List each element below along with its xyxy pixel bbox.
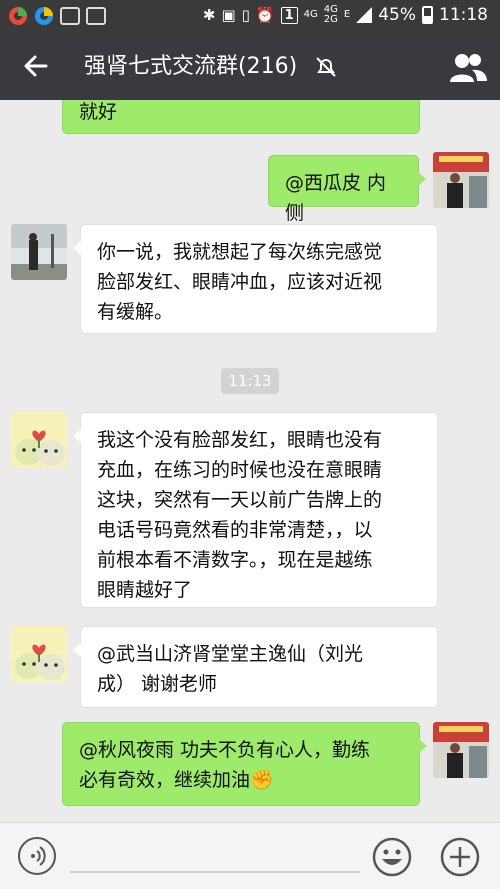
vibrate-icon: ▯ <box>241 6 250 24</box>
alarm-icon: ⏰ <box>255 6 275 24</box>
mute-bell-icon <box>316 57 336 77</box>
sim-slot-indicator: 1 <box>280 6 298 24</box>
message-line: 必有奇效，继续加油✊ <box>79 769 274 791</box>
message-bubble-out[interactable]: @西瓜皮 内侧 <box>268 155 426 224</box>
message-line: 充血，在练习的时候也没在意眼睛 <box>97 459 383 481</box>
voice-input-button[interactable] <box>18 837 56 875</box>
message-text: @西瓜皮 内侧 <box>285 172 387 224</box>
message-line: 我这个没有脸部发红，眼睛也没有 <box>97 429 383 451</box>
network-e-label: E <box>343 9 351 20</box>
message-bubble-in[interactable]: 你一说，我就想起了每次练完感觉 脸部发红、眼睛冲血，应该对近视 有缓解。 <box>73 224 438 334</box>
battery-icon <box>422 6 433 24</box>
message-input[interactable] <box>70 871 360 873</box>
message-bubble-in[interactable]: 我这个没有脸部发红，眼睛也没有 充血，在练习的时候也没在意眼睛 这块，突然有一天… <box>73 412 438 608</box>
message-text: 就好 <box>79 101 118 123</box>
message-bubble-out[interactable]: @秋风夜雨 功夫不负有心人，勤练 必有奇效，继续加油✊ <box>62 722 427 806</box>
message-line: 眼睛越好了 <box>97 579 193 601</box>
message-line: 成） 谢谢老师 <box>97 673 218 695</box>
message-bubble-out[interactable]: 就好 <box>62 100 420 134</box>
network-type-top: 4G <box>303 9 318 20</box>
message-line: 你一说，我就想起了每次练完感觉 <box>97 241 383 263</box>
signal-icon <box>356 7 373 23</box>
message-line: 脸部发红、眼睛冲血，应该对近视 <box>97 271 383 293</box>
notification-icons <box>8 6 106 26</box>
message-line: 有缓解。 <box>97 301 174 323</box>
message-line: @武当山济肾堂堂主逸仙（刘光 <box>97 643 364 665</box>
clock: 11:18 <box>439 5 488 25</box>
message-line: 电话号码竟然看的非常清楚，，以 <box>97 519 373 541</box>
group-title: 强肾七式交流群(216) <box>84 54 298 79</box>
message-list[interactable]: 就好 @西瓜皮 内侧 你一说，我就想起了每次练完感觉 脸部发红、眼睛冲血，应该对… <box>0 100 500 822</box>
message-line: @秋风夜雨 功夫不负有心人，勤练 <box>79 739 371 761</box>
voice-icon <box>31 846 46 866</box>
member-avatar[interactable] <box>11 224 67 280</box>
member-avatar[interactable] <box>11 626 67 682</box>
back-arrow-icon[interactable] <box>18 48 54 84</box>
nfc-icon: ▣ <box>221 6 236 24</box>
my-avatar[interactable] <box>433 722 489 778</box>
member-avatar[interactable] <box>11 412 67 468</box>
message-line: 前根本看不清数字。，现在是越练 <box>97 549 373 571</box>
network-type-bottom: 4G 2G <box>323 4 338 25</box>
more-functions-plus-icon[interactable] <box>440 837 480 877</box>
group-members-icon[interactable] <box>448 50 488 84</box>
my-avatar[interactable] <box>433 152 489 208</box>
emoji-button-icon[interactable] <box>372 837 412 877</box>
app-notification-icon-2 <box>35 7 53 25</box>
message-timestamp: 11:13 <box>221 368 279 394</box>
bluetooth-icon: ✱ <box>202 6 216 24</box>
app-notification-icon <box>9 7 27 25</box>
chat-header: 强肾七式交流群(216) <box>0 34 500 100</box>
input-bar <box>0 822 500 889</box>
message-icon <box>60 7 80 25</box>
image-icon <box>86 7 106 25</box>
message-line: 这块，突然有一天以前广告牌上的 <box>97 489 383 511</box>
status-bar: ✱ ▣ ▯ ⏰ 1 4G 4G 2G E 45% 11:18 <box>0 0 500 34</box>
system-indicators: ✱ ▣ ▯ ⏰ 1 4G 4G 2G E 45% 11:18 <box>202 4 488 26</box>
message-bubble-in[interactable]: @武当山济肾堂堂主逸仙（刘光 成） 谢谢老师 <box>73 626 438 708</box>
battery-percent: 45% <box>378 5 416 25</box>
